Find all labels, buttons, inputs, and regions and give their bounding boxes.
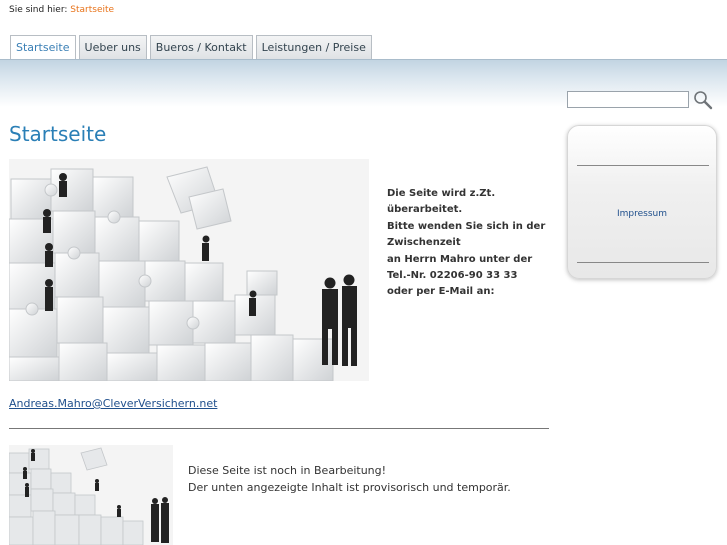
sidebar-box: Impressum xyxy=(567,125,717,279)
search-input[interactable] xyxy=(567,91,689,108)
sidebar-divider xyxy=(577,165,709,166)
bearbeitung-notice: Diese Seite ist noch in Bearbeitung! Der… xyxy=(188,463,511,496)
notice-line: an Herrn Mahro unter der xyxy=(387,253,533,265)
tab-startseite[interactable]: Startseite xyxy=(10,35,76,60)
tab-bueros-kontakt[interactable]: Bueros / Kontakt xyxy=(149,35,253,59)
bearbeitung-line: Der unten angezeigte Inhalt ist provisor… xyxy=(188,480,511,494)
tab-ueber-uns[interactable]: Ueber uns xyxy=(78,35,147,59)
bearbeitung-line: Diese Seite ist noch in Bearbeitung! xyxy=(188,464,387,477)
magnifier-icon xyxy=(694,91,713,110)
breadcrumb-prefix: Sie sind hier: xyxy=(9,5,68,15)
thumbnail-puzzle-image xyxy=(9,445,173,545)
notice-line: Tel.-Nr. 02206-90 33 33 xyxy=(387,270,518,282)
hero-puzzle-image xyxy=(9,159,369,381)
impressum-link[interactable]: Impressum xyxy=(568,209,716,219)
main-nav-tabs: Startseite Ueber uns Bueros / Kontakt Le… xyxy=(10,35,372,60)
page-title: Startseite xyxy=(9,122,107,146)
search-button[interactable] xyxy=(692,89,714,111)
breadcrumb: Sie sind hier: Startseite xyxy=(9,5,114,15)
notice-line: Bitte wenden Sie sich in der xyxy=(387,220,546,232)
notice-line: oder per E-Mail an: xyxy=(387,286,495,298)
notice-line: Die Seite wird z.Zt. xyxy=(387,188,496,199)
sidebar-divider xyxy=(577,262,709,263)
notice-line: Zwischenzeit xyxy=(387,237,461,249)
notice-line: überarbeitet. xyxy=(387,204,463,216)
breadcrumb-current[interactable]: Startseite xyxy=(70,5,114,15)
content-divider xyxy=(9,428,549,429)
email-link[interactable]: Andreas.Mahro@CleverVersichern.net xyxy=(9,397,217,410)
maintenance-notice: Die Seite wird z.Zt. überarbeitet. Bitte… xyxy=(387,186,552,301)
tab-leistungen-preise[interactable]: Leistungen / Preise xyxy=(255,35,372,59)
